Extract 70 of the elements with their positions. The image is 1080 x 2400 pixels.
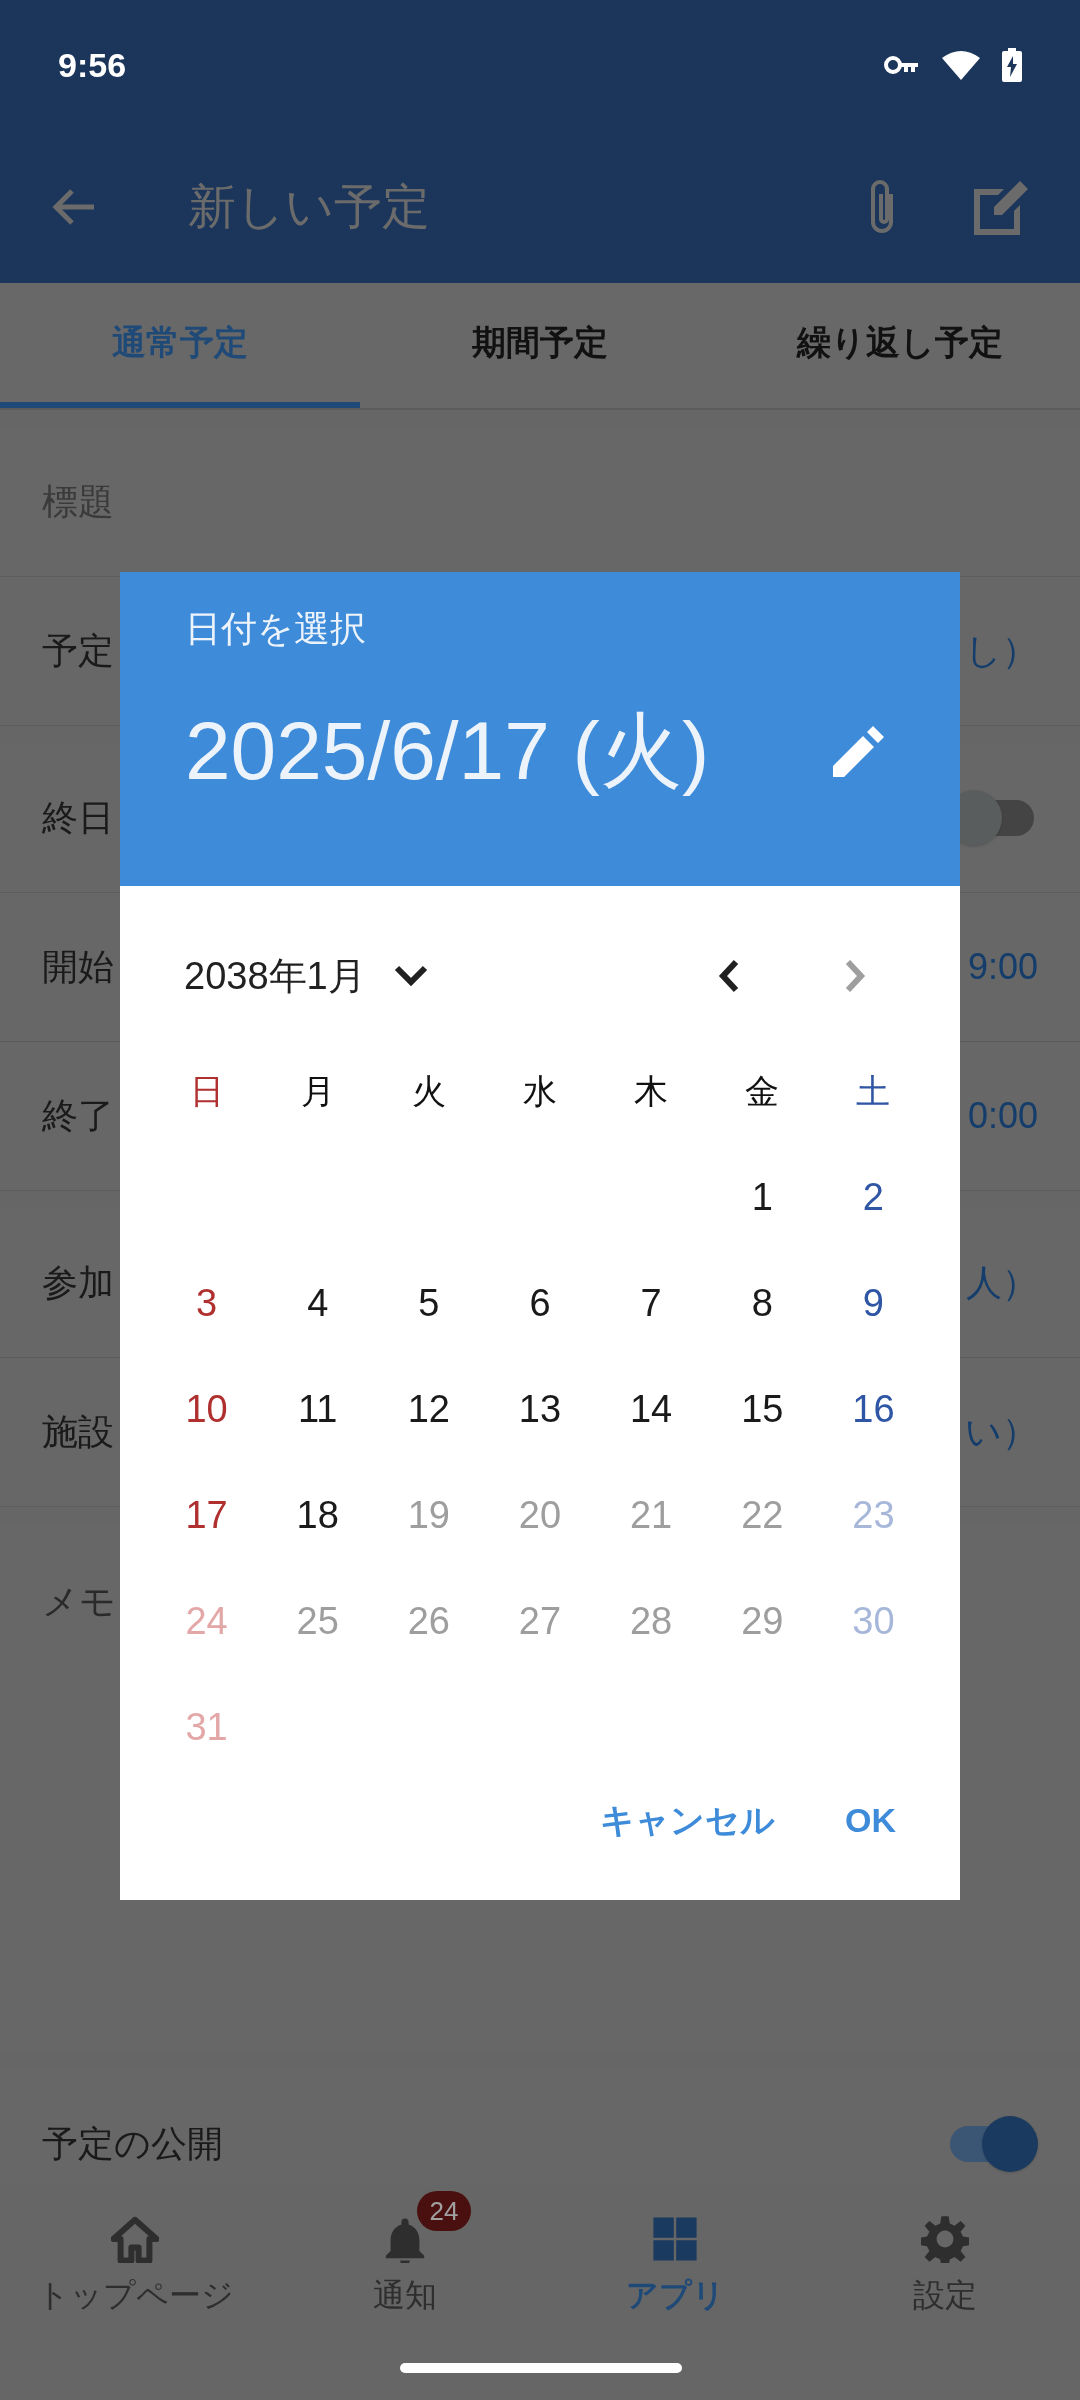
field-label: 予定の公開 xyxy=(42,2122,223,2166)
field-label: 開始 xyxy=(42,945,114,989)
calendar-day[interactable]: 18 xyxy=(296,1486,339,1544)
calendar-day[interactable]: 5 xyxy=(418,1274,440,1332)
previous-month-icon[interactable] xyxy=(718,959,740,993)
weekday-label: 金 xyxy=(745,1070,780,1112)
notification-badge: 24 xyxy=(417,2191,471,2231)
back-arrow-icon[interactable] xyxy=(50,186,96,227)
weekday-label: 火 xyxy=(411,1070,446,1112)
weekday-label: 水 xyxy=(523,1070,557,1112)
cancel-button[interactable]: キャンセル xyxy=(580,1781,795,1860)
calendar-day[interactable]: 16 xyxy=(852,1380,895,1438)
calendar-day[interactable]: 4 xyxy=(307,1274,329,1332)
field-value: 9:00 xyxy=(967,945,1038,989)
battery-icon xyxy=(1002,48,1022,82)
calendar-day: 30 xyxy=(852,1592,895,1650)
ok-button[interactable]: OK xyxy=(825,1781,916,1860)
edit-icon[interactable] xyxy=(974,178,1030,235)
field-value: し） xyxy=(965,629,1038,673)
field-label: 施設 xyxy=(42,1410,114,1454)
dropdown-chevron-icon[interactable] xyxy=(393,965,428,987)
weekday-label: 土 xyxy=(856,1070,891,1112)
calendar-day[interactable]: 17 xyxy=(185,1486,228,1544)
calendar-day: 29 xyxy=(741,1592,784,1650)
calendar-day[interactable]: 6 xyxy=(529,1274,551,1332)
wifi-icon xyxy=(942,50,980,80)
calendar-day: 26 xyxy=(407,1592,450,1650)
field-value: 0:00 xyxy=(967,1094,1038,1138)
weekday-label: 木 xyxy=(634,1070,669,1112)
memo-label: メモ xyxy=(42,1580,116,1624)
settings-icon xyxy=(921,2215,969,2263)
calendar-day[interactable]: 9 xyxy=(862,1274,884,1332)
weekday-label: 日 xyxy=(189,1070,224,1112)
calendar-day: 22 xyxy=(741,1486,784,1544)
calendar-day[interactable]: 10 xyxy=(185,1380,228,1438)
calendar-day[interactable]: 8 xyxy=(751,1274,773,1332)
field-label: 予定 xyxy=(42,629,114,673)
calendar-day: 23 xyxy=(852,1486,895,1544)
grid-icon xyxy=(651,2215,699,2263)
calendar-day: 31 xyxy=(185,1698,228,1756)
calendar-day[interactable]: 3 xyxy=(196,1274,218,1332)
nav-item[interactable]: 24 通知 xyxy=(270,2185,540,2319)
weekday-label: 月 xyxy=(300,1070,335,1112)
calendar-day: 27 xyxy=(518,1592,562,1650)
field-label: 終了 xyxy=(42,1094,114,1138)
field-label: 終日 xyxy=(42,796,114,840)
status-time: 9:56 xyxy=(58,44,127,86)
calendar-day: 19 xyxy=(407,1486,450,1544)
calendar-day: 21 xyxy=(630,1486,673,1544)
calendar-day[interactable]: 11 xyxy=(298,1380,338,1438)
calendar-day: 25 xyxy=(296,1592,339,1650)
calendar-day[interactable]: 7 xyxy=(640,1274,662,1332)
calendar-day: 24 xyxy=(185,1592,228,1650)
field-value: い） xyxy=(965,1410,1038,1454)
calendar-day[interactable]: 1 xyxy=(751,1168,773,1226)
calendar-day[interactable]: 14 xyxy=(630,1380,673,1438)
calendar-day: 28 xyxy=(630,1592,673,1650)
key-icon xyxy=(884,54,920,76)
calendar-day[interactable]: 2 xyxy=(862,1168,884,1226)
pencil-icon[interactable] xyxy=(833,725,885,777)
dialog-heading: 日付を選択 xyxy=(185,607,367,651)
calendar-day[interactable]: 13 xyxy=(518,1380,562,1438)
calendar-day[interactable]: 12 xyxy=(407,1380,450,1438)
screen-title: 新しい予定 xyxy=(188,178,430,235)
field-value: 人） xyxy=(966,1261,1038,1305)
field-label: 参加 xyxy=(42,1261,114,1305)
calendar-day: 20 xyxy=(518,1486,562,1544)
month-label[interactable]: 2038年1月 xyxy=(184,947,366,1005)
calendar-day[interactable]: 15 xyxy=(741,1380,784,1438)
home-icon xyxy=(111,2215,159,2263)
